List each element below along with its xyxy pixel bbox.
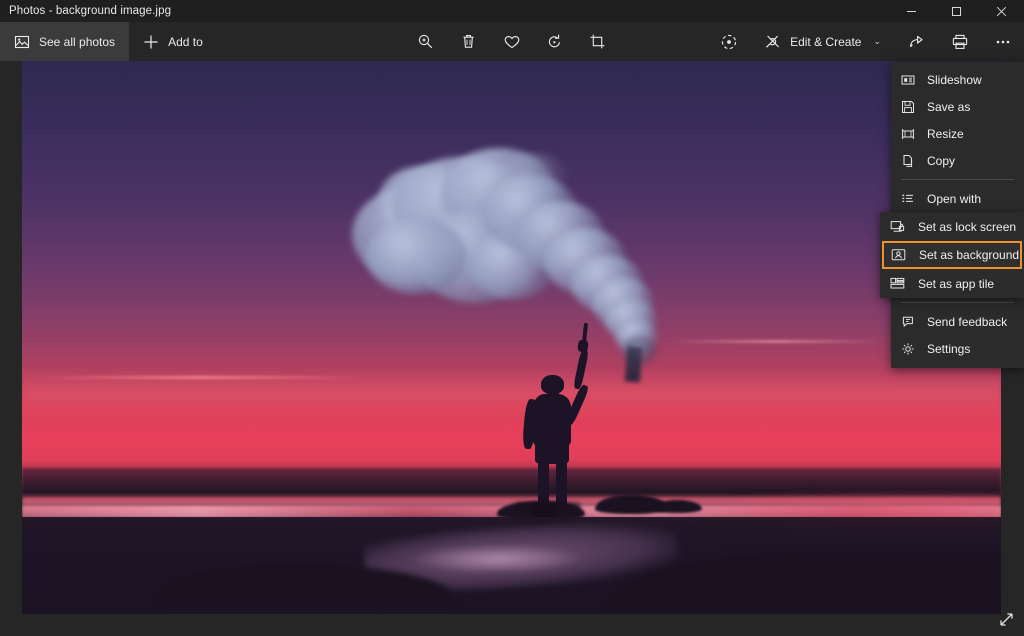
maximize-button[interactable]: [934, 0, 979, 22]
toolbar-center-group: [404, 22, 619, 61]
slideshow-icon: [899, 73, 916, 87]
photo-canvas-area: [0, 61, 1024, 636]
lock-screen-icon: [889, 219, 906, 234]
title-bar: Photos - background image.jpg: [0, 0, 1024, 22]
share-icon: [909, 35, 923, 47]
rock-right: [653, 500, 703, 514]
zoom-button[interactable]: [404, 22, 447, 61]
menu-label-resize: Resize: [927, 126, 964, 141]
menu-label-slideshow: Slideshow: [927, 72, 982, 87]
minimize-button[interactable]: [889, 0, 934, 22]
delete-icon: [463, 35, 474, 48]
chevron-down-icon: ⌄: [873, 36, 881, 46]
see-all-photos-label: See all photos: [39, 34, 116, 49]
menu-item-set-as-lock-screen[interactable]: Set as lock screen: [880, 213, 1024, 240]
settings-gear-icon: [899, 342, 916, 356]
delete-button[interactable]: [447, 22, 490, 61]
toolbar-left-group: See all photos Add to: [0, 22, 217, 61]
enhance-icon: [721, 34, 736, 49]
maximize-icon: [952, 6, 961, 16]
menu-item-set-as-app-tile[interactable]: Set as app tile: [880, 270, 1024, 297]
smoke-plume: [345, 144, 688, 384]
share-button[interactable]: [895, 22, 938, 61]
window-title: Photos - background image.jpg: [9, 5, 172, 17]
resize-diagonal-icon: [999, 612, 1013, 626]
enhance-button[interactable]: [707, 22, 750, 61]
photos-icon: [14, 35, 30, 48]
rotate-button[interactable]: [533, 22, 576, 61]
menu-item-settings[interactable]: Settings: [891, 335, 1024, 362]
menu-label-settings: Settings: [927, 341, 971, 356]
menu-item-copy[interactable]: Copy: [891, 147, 1024, 174]
menu-item-resize[interactable]: Resize: [891, 120, 1024, 147]
menu-item-save-as[interactable]: Save as: [891, 93, 1024, 120]
resize-icon: [899, 127, 916, 141]
zoom-icon: [418, 34, 433, 49]
wet-patch-highlight: [413, 544, 581, 573]
cloud-streak-left: [31, 376, 365, 379]
menu-label-set-as-lock-screen: Set as lock screen: [918, 219, 1017, 234]
menu-item-set-as-background[interactable]: Set as background: [882, 241, 1022, 269]
menu-separator-1: [901, 179, 1014, 180]
favorite-button[interactable]: [490, 22, 533, 61]
background-icon: [890, 248, 907, 263]
plus-icon: [144, 35, 158, 48]
menu-label-open-with: Open with: [927, 191, 982, 206]
close-icon: [996, 6, 1007, 16]
save-icon: [899, 100, 916, 114]
more-ellipsis-icon: [996, 40, 1009, 43]
resize-handle[interactable]: [995, 608, 1017, 630]
heart-icon: [504, 35, 519, 48]
feedback-icon: [899, 315, 916, 329]
see-all-photos-button[interactable]: See all photos: [0, 22, 130, 61]
menu-label-set-as-background: Set as background: [919, 248, 1020, 262]
menu-item-slideshow[interactable]: Slideshow: [891, 66, 1024, 93]
edit-and-create-button[interactable]: Edit & Create ⌄: [750, 22, 895, 61]
print-button[interactable]: [938, 22, 981, 61]
crop-button[interactable]: [576, 22, 619, 61]
menu-separator-2: [901, 302, 1014, 303]
window-controls: [889, 0, 1024, 22]
close-button[interactable]: [979, 0, 1024, 22]
menu-label-set-as-app-tile: Set as app tile: [918, 276, 995, 291]
torso: [532, 394, 572, 446]
edit-create-icon: [766, 35, 780, 48]
menu-item-open-with[interactable]: Open with: [891, 185, 1024, 212]
add-to-button[interactable]: Add to: [129, 22, 217, 61]
more-options-button[interactable]: [981, 22, 1024, 61]
photo-image[interactable]: [22, 61, 1001, 614]
rotate-icon: [548, 34, 560, 48]
smoke-tail: [624, 346, 643, 384]
menu-label-send-feedback: Send feedback: [927, 314, 1008, 329]
add-to-label: Add to: [168, 34, 203, 49]
cloud-streak-right: [668, 340, 884, 343]
app-tile-icon: [889, 276, 906, 291]
print-icon: [952, 34, 967, 49]
toolbar-right-group: Edit & Create ⌄: [707, 22, 1024, 61]
set-as-submenu: Set as lock screen Set as background Set…: [880, 212, 1024, 298]
edit-and-create-label: Edit & Create: [790, 34, 862, 49]
copy-icon: [899, 154, 916, 168]
main-toolbar: See all photos Add to Edit & Create ⌄: [0, 22, 1024, 61]
minimize-icon: [907, 10, 916, 12]
menu-label-save-as: Save as: [927, 99, 971, 114]
open-with-icon: [899, 192, 916, 206]
photos-app-window: Photos - background image.jpg See all ph…: [0, 0, 1024, 636]
menu-item-send-feedback[interactable]: Send feedback: [891, 308, 1024, 335]
menu-label-copy: Copy: [927, 153, 956, 168]
crop-icon: [590, 34, 605, 49]
